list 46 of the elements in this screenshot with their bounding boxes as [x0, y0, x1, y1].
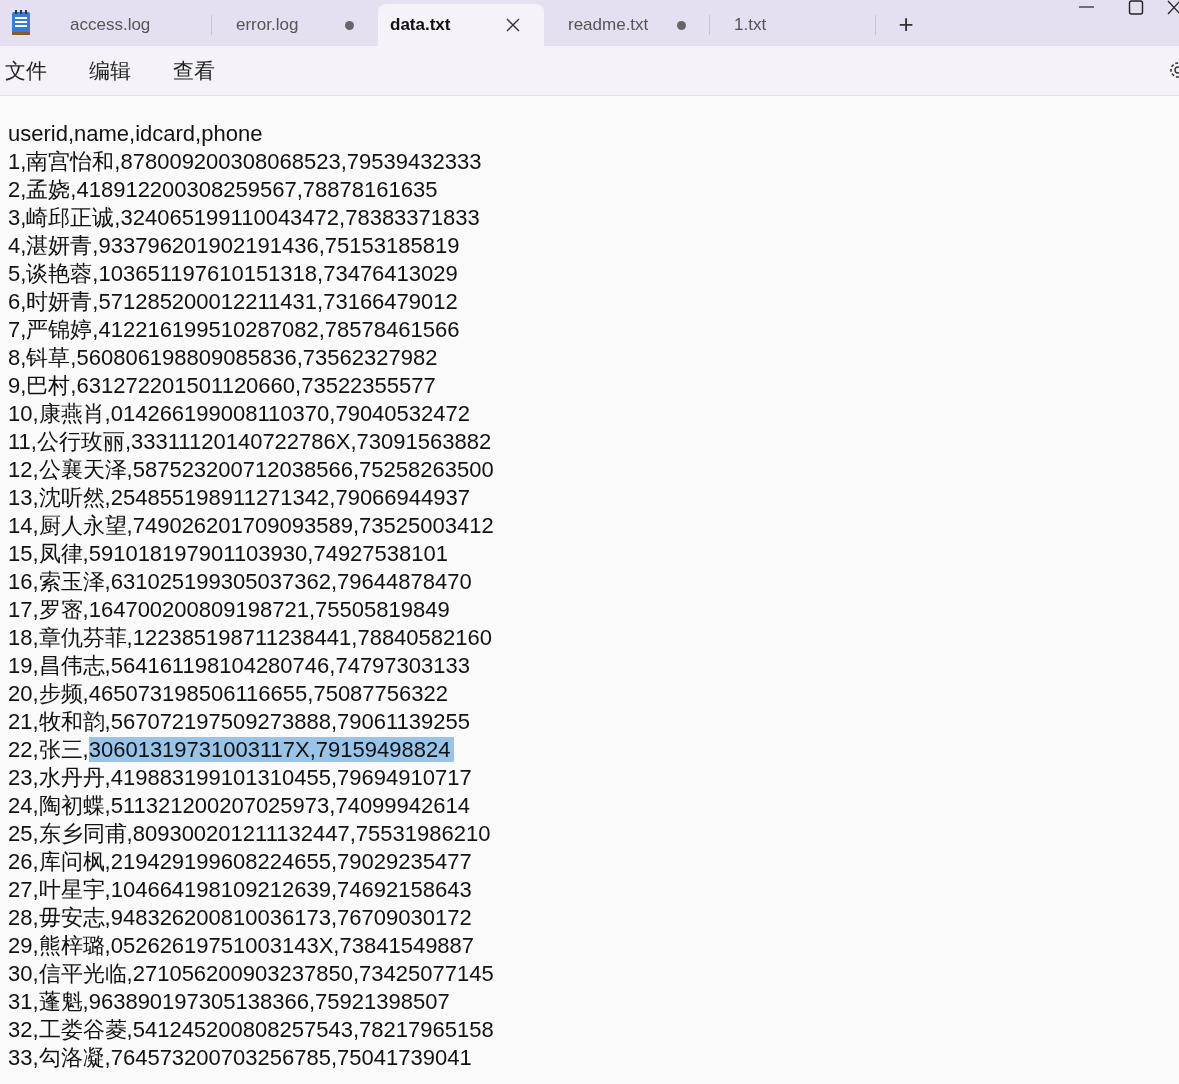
- text-line: 26,库问枫,219429199608224655,79029235477: [8, 849, 472, 874]
- text-line: 20,步频,465073198506116655,75087756322: [8, 681, 448, 706]
- text-line: 22,张三,: [8, 737, 89, 762]
- menu-item[interactable]: 文件: [0, 56, 52, 85]
- text-line: 2,孟娆,418912200308259567,78878161635: [8, 177, 438, 202]
- text-line: 6,时妍青,571285200012211431,73166479012: [8, 289, 458, 314]
- text-line: 12,公襄天泽,587523200712038566,75258263500: [8, 457, 494, 482]
- tab[interactable]: data.txt: [378, 4, 544, 46]
- text-line: 3,崎邱正诚,324065199110043472,78383371833: [8, 205, 480, 230]
- text-line: 8,钭草,560806198809085836,73562327982: [8, 345, 438, 370]
- text-line: 7,严锦婷,412216199510287082,78578461566: [8, 317, 460, 342]
- text-line: 10,康燕肖,014266199008110370,79040532472: [8, 401, 470, 426]
- text-line: 24,陶初蝶,511321200207025973,74099942614: [8, 793, 470, 818]
- text-line: 15,凤律,591018197901103930,74927538101: [8, 541, 448, 566]
- text-line: 14,厨人永望,749026201709093589,73525003412: [8, 513, 494, 538]
- text-line: 19,昌伟志,564161198104280746,74797303133: [8, 653, 470, 678]
- text-line: 29,熊梓璐,05262619751003143X,73841549887: [8, 933, 475, 958]
- text-line: 33,勾洛凝,764573200703256785,75041739041: [8, 1045, 472, 1070]
- tab[interactable]: error.log: [212, 4, 378, 46]
- text-line: 30,信平光临,271056200903237850,73425077145: [8, 961, 494, 986]
- text-line: 21,牧和韵,567072197509273888,79061139255: [8, 709, 470, 734]
- text-line: 5,谈艳蓉,103651197610151318,73476413029: [8, 261, 458, 286]
- new-tab-button[interactable]: +: [886, 4, 926, 44]
- menu-item[interactable]: 查看: [168, 56, 220, 85]
- text-line: 13,沈听然,254855198911271342,79066944937: [8, 485, 470, 510]
- text-line: userid,name,idcard,phone: [8, 121, 263, 146]
- selected-text: 30601319731003117X,79159498824: [88, 737, 455, 762]
- notepad-icon: [10, 10, 32, 36]
- text-line: 11,公行玫丽,33311120140722786X,73091563882: [8, 429, 492, 454]
- tab[interactable]: 1.txt: [710, 4, 876, 46]
- text-line: 1,南宫怡和,878009200308068523,79539432333: [8, 149, 482, 174]
- text-line: 4,湛妍青,933796201902191436,75153185819: [8, 233, 460, 258]
- text-line: 17,罗宻,164700200809198721,75505819849: [8, 597, 450, 622]
- text-line: 18,章仇芬菲,122385198711238441,78840582160: [8, 625, 492, 650]
- tab[interactable]: access.log: [46, 4, 212, 46]
- text-line: 28,毋安志,948326200810036173,76709030172: [8, 905, 472, 930]
- text-line: 31,蓬魁,963890197305138366,75921398507: [8, 989, 450, 1014]
- menu-item[interactable]: 编辑: [84, 56, 136, 85]
- close-tab-icon[interactable]: [506, 18, 520, 32]
- text-line: 27,叶星宇,104664198109212639,74692158643: [8, 877, 472, 902]
- text-line: 16,索玉泽,631025199305037362,79644878470: [8, 569, 472, 594]
- text-line: 9,巴村,631272201501120660,73522355577: [8, 373, 436, 398]
- text-line: 23,水丹丹,419883199101310455,79694910717: [8, 765, 472, 790]
- text-line: 25,东乡同甫,809300201211132447,75531986210: [8, 821, 491, 846]
- tab[interactable]: readme.txt: [544, 4, 710, 46]
- text-line: 32,工娄谷菱,541245200808257543,78217965158: [8, 1017, 494, 1042]
